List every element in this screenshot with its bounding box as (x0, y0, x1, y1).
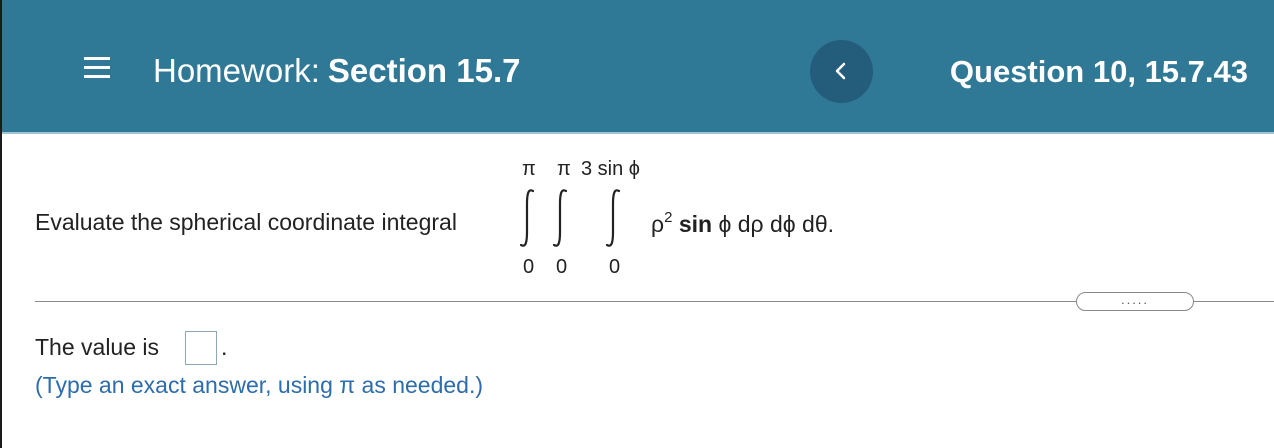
header-bar: Homework: Section 15.7 Question 10, 15.7.… (2, 0, 1274, 134)
outer-lower-limit: 0 (523, 256, 535, 278)
outer-upper-limit: π (522, 158, 536, 180)
middle-lower-limit: 0 (556, 256, 568, 278)
problem-prompt: Evaluate the spherical coordinate integr… (35, 209, 457, 235)
question-label: Question 10, 15.7.43 (949, 54, 1248, 89)
answer-period: . (221, 334, 228, 360)
integrand-differentials: ϕ dρ dϕ dθ. (712, 211, 835, 237)
answer-hint: (Type an exact answer, using π as needed… (35, 372, 484, 398)
answer-input[interactable] (185, 331, 217, 365)
integrand: ρ2 sin ϕ dρ dϕ dθ. (651, 209, 834, 238)
more-options-button[interactable]: ..... (1076, 292, 1194, 311)
hamburger-menu-icon[interactable] (84, 57, 110, 85)
inner-upper-limit: 3 sin ϕ (581, 158, 641, 180)
homework-title-prefix: Homework: (153, 52, 320, 89)
middle-integral-sign (552, 189, 568, 247)
answer-label: The value is (35, 334, 160, 360)
integrand-exponent: 2 (664, 209, 673, 226)
previous-question-button[interactable] (810, 40, 873, 103)
integrand-sin: sin (678, 211, 713, 237)
outer-integral-sign (519, 189, 535, 247)
inner-integral-sign (605, 189, 621, 247)
chevron-left-icon (835, 62, 846, 80)
homework-section: Section 15.7 (327, 52, 521, 89)
homework-title: Homework: Section 15.7 (153, 52, 520, 90)
integrand-rho: ρ (651, 211, 665, 237)
middle-upper-limit: π (557, 158, 571, 180)
inner-lower-limit: 0 (609, 256, 621, 278)
